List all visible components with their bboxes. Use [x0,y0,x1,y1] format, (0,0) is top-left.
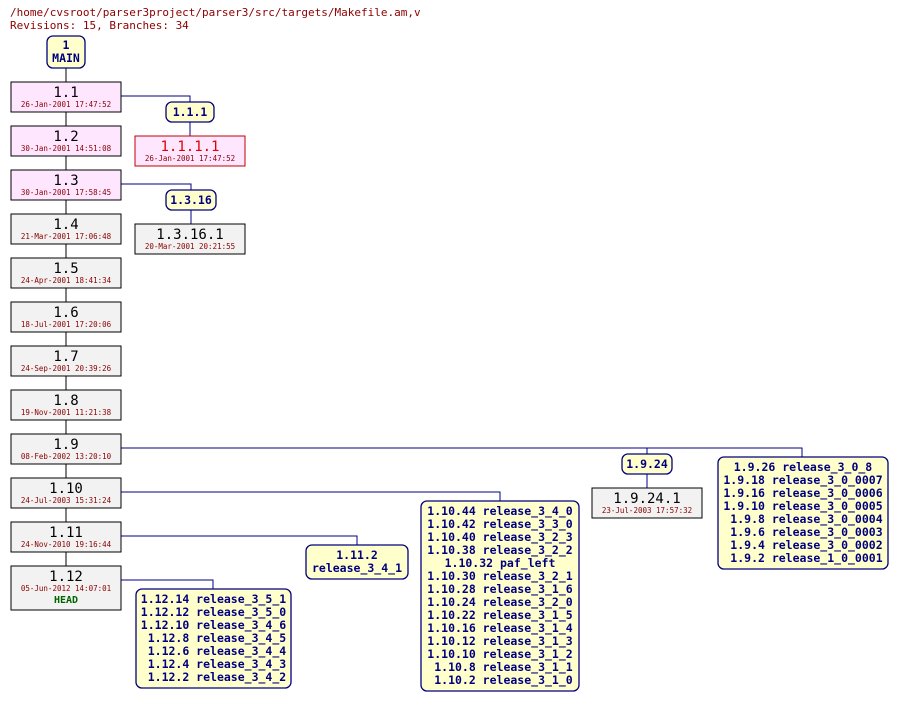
branch-revision-date: 26-Jan-2001 17:47:52 [145,154,235,163]
revision-number: 1.4 [53,217,78,233]
tag-entry: 1.11.2 [336,548,378,562]
root-label: MAIN [52,51,80,65]
tag-entry: 1.12.2 release_3_4_2 [141,670,286,685]
tag-entry: 1.9.2 release_1_0_0001 [723,551,882,566]
tag-edge [121,447,803,457]
branch-edge [121,447,648,454]
root-number: 1 [63,38,70,52]
revision-date: 21-Mar-2001 17:06:48 [21,232,112,241]
revision-date: 08-Feb-2002 13:20:10 [21,452,112,461]
revision-number: 1.2 [53,129,78,145]
branch-edge [121,95,191,102]
tag-entry: release_3_4_1 [312,561,402,576]
branch-label-text: 1.3.16 [170,193,212,207]
branch-revision-number: 1.1.1.1 [160,139,219,155]
revision-date: 24-Jul-2003 15:31:24 [21,496,112,505]
revision-number: 1.11 [49,525,83,541]
branch-edge [121,183,192,190]
revision-date: 18-Jul-2001 17:20:06 [21,320,112,329]
revision-date: 24-Apr-2001 18:41:34 [21,276,112,285]
branch-revision-number: 1.9.24.1 [613,491,680,507]
revision-date: 24-Nov-2010 19:16:44 [21,540,112,549]
tag-edge [121,535,358,545]
revision-number: 1.10 [49,481,83,497]
tag-edge [121,491,501,501]
revision-date: 19-Nov-2001 11:21:38 [21,408,112,417]
revision-graph: 1MAIN1.126-Jan-2001 17:47:521.230-Jan-20… [10,35,889,692]
tag-entry: 1.10.2 release_3_1_0 [427,673,572,688]
branch-revision-date: 23-Jul-2003 17:57:32 [602,506,692,515]
revision-date: 26-Jan-2001 17:47:52 [21,100,111,109]
revision-number: 1.1 [53,85,78,101]
branch-label-text: 1.9.24 [626,457,668,471]
revision-number: 1.3 [53,173,78,189]
branch-revision-date: 20-Mar-2001 20:21:55 [145,242,235,251]
revision-date: 24-Sep-2001 20:39:26 [21,364,112,373]
revision-number: 1.8 [53,393,78,409]
revision-date: 30-Jan-2001 17:58:45 [21,188,111,197]
tag-edge [121,579,214,589]
branch-label-text: 1.1.1 [173,105,208,119]
revision-number: 1.6 [53,305,78,321]
revision-number: 1.7 [53,349,78,365]
revision-date: 30-Jan-2001 14:51:08 [21,144,112,153]
revision-date: 05-Jun-2012 14:07:01 [21,584,111,593]
head-tag: HEAD [54,595,78,606]
revision-number: 1.5 [53,261,78,277]
revision-number: 1.9 [53,437,78,453]
branch-revision-number: 1.3.16.1 [156,227,223,243]
revision-number: 1.12 [49,569,83,585]
